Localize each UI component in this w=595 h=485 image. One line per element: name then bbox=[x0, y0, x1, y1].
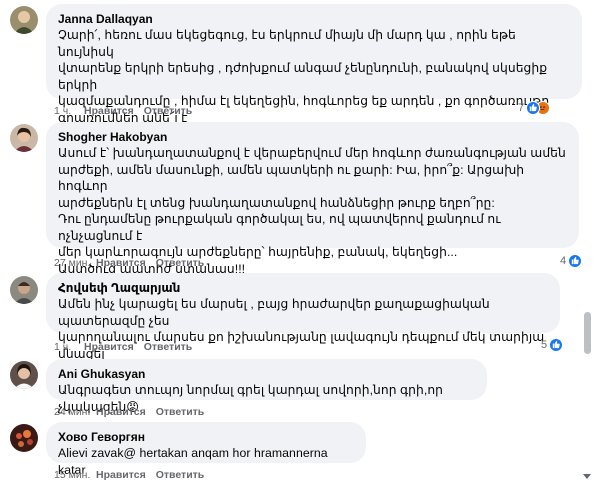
comment-bubble: Shogher Hakobyan Ասում է՝ խանդաղատանքով … bbox=[46, 122, 579, 276]
reply-button[interactable]: Ответить bbox=[156, 468, 205, 482]
avatar[interactable] bbox=[10, 6, 38, 34]
like-button[interactable]: Нравится bbox=[96, 468, 146, 482]
reaction-count: 7 bbox=[518, 102, 525, 114]
commenter-name[interactable]: Хово Геворгян bbox=[58, 429, 354, 445]
reply-button[interactable]: Ответить bbox=[144, 340, 193, 354]
reactions-summary[interactable]: 5 bbox=[541, 338, 564, 352]
like-button[interactable]: Нравится bbox=[96, 256, 146, 270]
comment-time[interactable]: 27 мин. bbox=[54, 256, 96, 270]
comment-bubble: Janna Dallaqyan Չարի՛, հեռու մաս եկեցեգո… bbox=[46, 4, 582, 125]
reactions-summary[interactable]: 7 bbox=[518, 101, 551, 115]
reaction-count: 5 bbox=[541, 339, 548, 351]
reply-button[interactable]: Ответить bbox=[144, 104, 193, 118]
like-button[interactable]: Нравится bbox=[84, 104, 134, 118]
reactions-summary[interactable]: 4 bbox=[560, 254, 583, 268]
comment-actions: 24 мин. Нравится Ответить bbox=[54, 405, 204, 419]
reply-button[interactable]: Ответить bbox=[156, 405, 205, 419]
scroll-down-arrow-icon[interactable] bbox=[583, 474, 591, 479]
commenter-name[interactable]: Janna Dallaqyan bbox=[58, 11, 570, 27]
like-button[interactable]: Нравится bbox=[84, 340, 134, 354]
avatar[interactable] bbox=[10, 361, 38, 389]
reaction-count: 4 bbox=[560, 255, 567, 267]
comment-actions: 27 мин. Нравится Ответить bbox=[54, 256, 204, 270]
commenter-name[interactable]: Հովսեփ Ղազարյան bbox=[58, 280, 548, 296]
comment-time[interactable]: 1 ч. bbox=[54, 340, 84, 354]
comment-bubble: Хово Геворгян Alievi zavak@ hertakan anq… bbox=[46, 422, 366, 477]
comment-time[interactable]: 15 мин. bbox=[54, 468, 96, 482]
comment-actions: 1 ч. Нравится Ответить bbox=[54, 340, 192, 354]
avatar[interactable] bbox=[10, 424, 38, 452]
avatar[interactable] bbox=[10, 124, 38, 152]
comment-bubble: Հովսեփ Ղազարյան Ամեն ինչ կարացել ես մարս… bbox=[46, 273, 560, 361]
avatar[interactable] bbox=[10, 276, 38, 304]
like-reaction-icon bbox=[568, 254, 583, 268]
comment-time[interactable]: 24 мин. bbox=[54, 405, 96, 419]
like-button[interactable]: Нравится bbox=[96, 405, 146, 419]
like-reaction-icon bbox=[549, 338, 564, 352]
comment-actions: 15 мин. Нравится Ответить bbox=[54, 468, 204, 482]
scrollbar-thumb[interactable] bbox=[584, 312, 591, 354]
comment-time[interactable]: 1 ч. bbox=[54, 104, 84, 118]
commenter-name[interactable]: Shogher Hakobyan bbox=[58, 129, 567, 145]
reply-button[interactable]: Ответить bbox=[156, 256, 205, 270]
comment-actions: 1 ч. Нравится Ответить bbox=[54, 104, 192, 118]
comment-bubble: Ani Ghukasyan Անգրագետ տուպոյ նորմալ գրե… bbox=[46, 359, 487, 414]
commenter-name[interactable]: Ani Ghukasyan bbox=[58, 366, 475, 382]
